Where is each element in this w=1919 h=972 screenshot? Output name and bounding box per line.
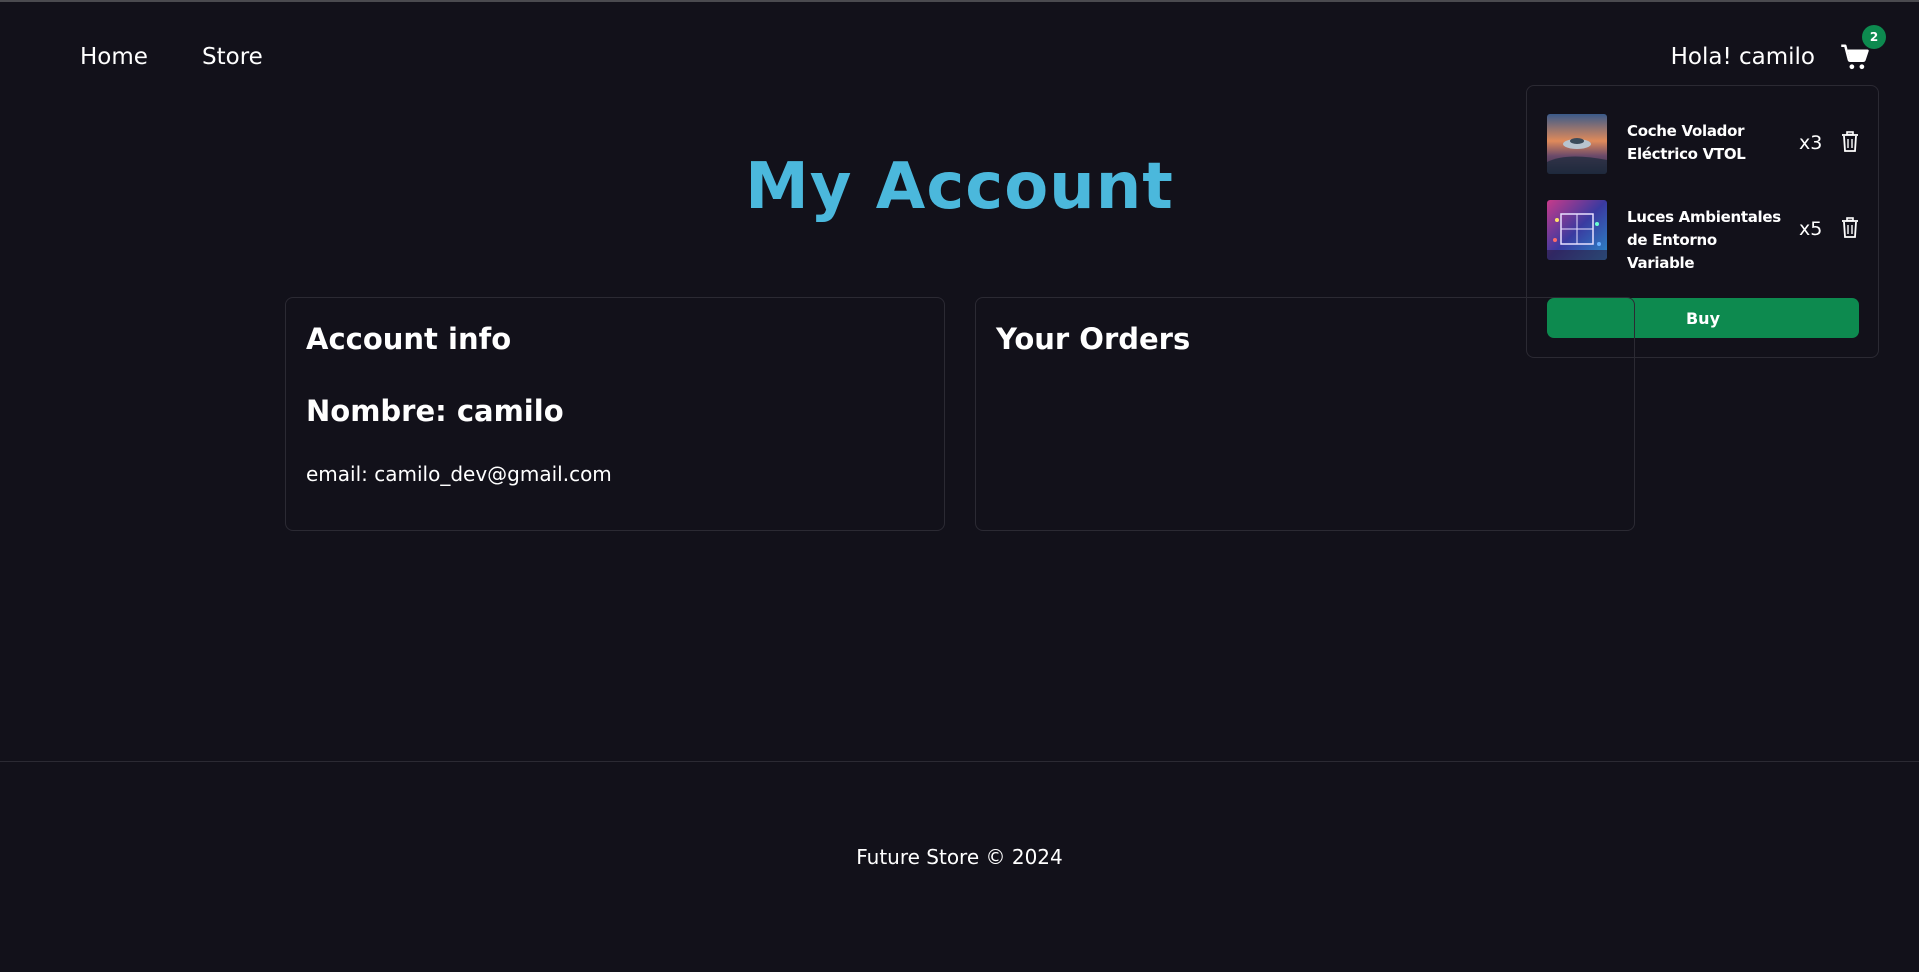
nav-home-link[interactable]: Home <box>80 44 148 70</box>
account-name: Nombre: camilo <box>306 394 564 428</box>
page-title: My Account <box>745 150 1174 224</box>
shopping-cart-icon <box>1841 44 1869 70</box>
cart-button[interactable] <box>1840 42 1870 72</box>
footer-divider <box>0 761 1919 762</box>
account-email: email: camilo_dev@gmail.com <box>306 462 612 486</box>
orders-heading: Your Orders <box>996 322 1191 356</box>
account-info-card: Account info Nombre: camilo email: camil… <box>285 297 945 531</box>
nav-store-link[interactable]: Store <box>202 44 263 70</box>
user-greeting: Hola! camilo <box>1670 44 1815 70</box>
footer-text: Future Store © 2024 <box>856 845 1063 869</box>
cart-count-badge: 2 <box>1862 25 1886 49</box>
account-info-heading: Account info <box>306 322 512 356</box>
orders-card: Your Orders <box>975 297 1635 531</box>
